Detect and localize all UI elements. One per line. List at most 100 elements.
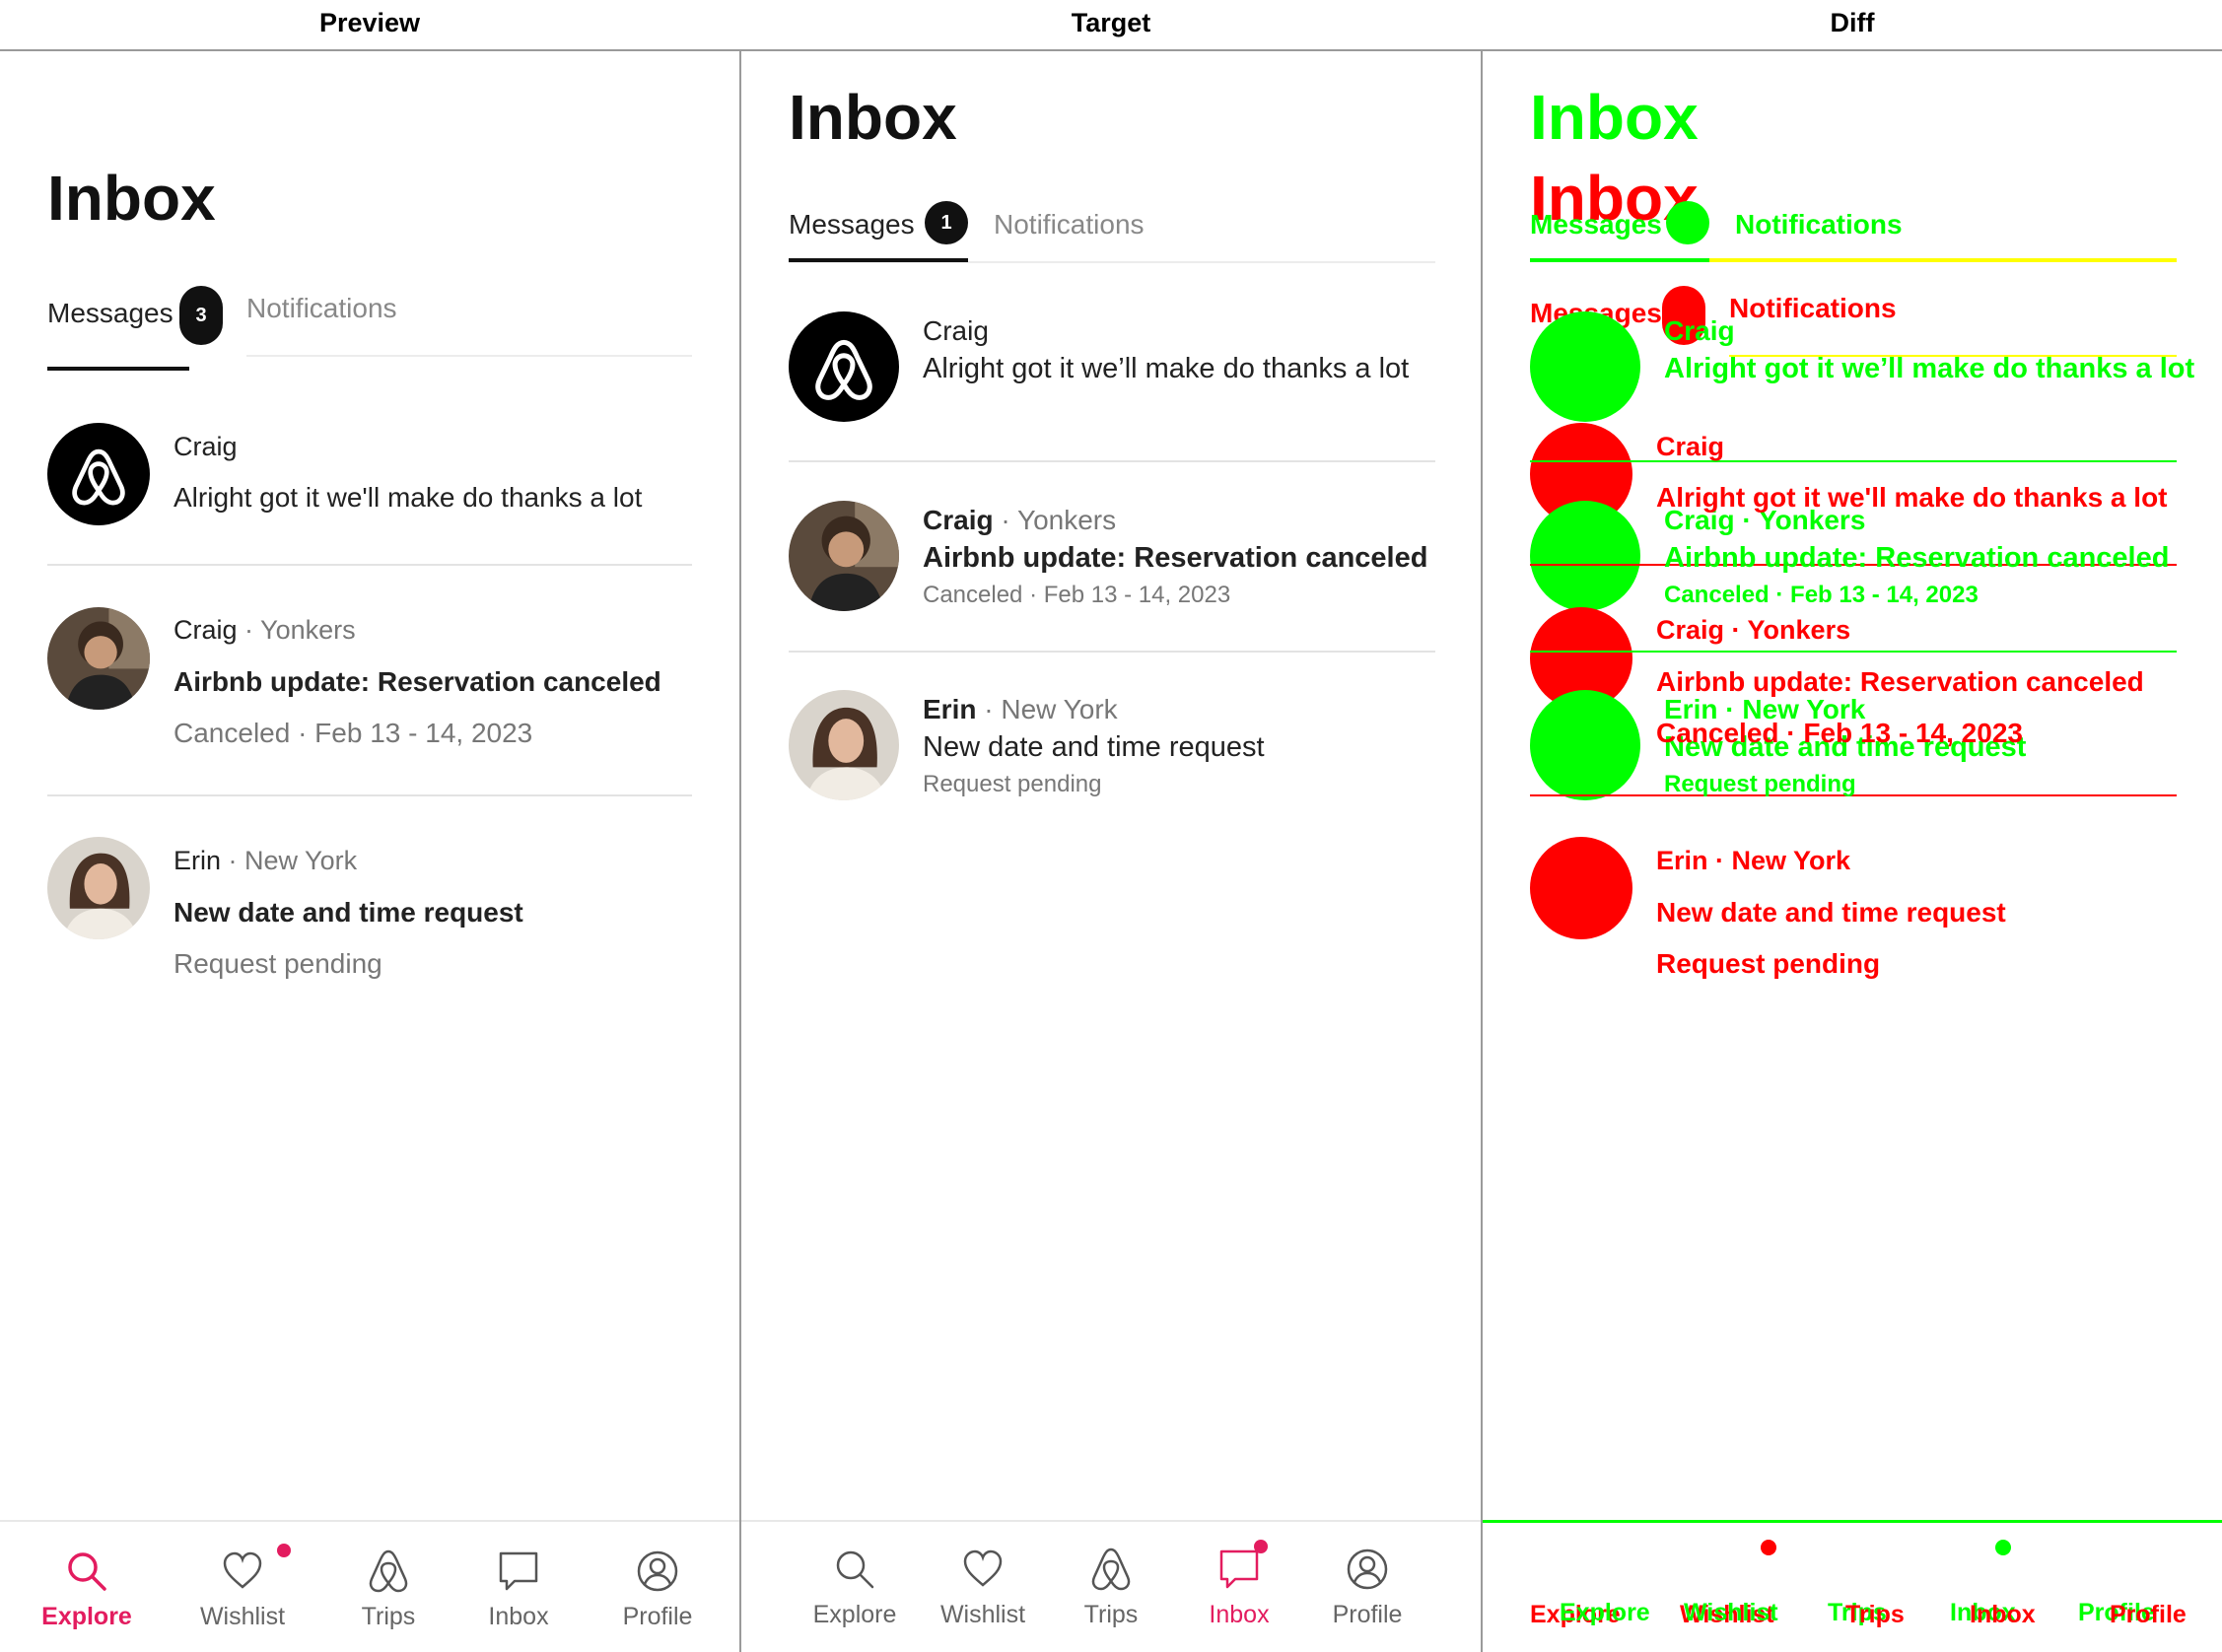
unread-badge: 3 — [179, 286, 223, 345]
craig-photo-avatar — [789, 501, 899, 611]
diff-name-1-preview: Craig — [1656, 432, 1725, 461]
diff-divider — [1530, 460, 2177, 462]
reservation-status: Canceled · Feb 13 - 14, 2023 — [174, 718, 533, 748]
message-preview: Airbnb update: Reservation canceled — [174, 666, 661, 697]
nav-explore-label: Explore — [41, 1603, 132, 1630]
notification-dot — [1254, 1540, 1268, 1553]
unread-badge: 1 — [925, 201, 968, 244]
diff-avatar-2-target — [1530, 501, 1640, 611]
page-title: Inbox — [47, 163, 216, 234]
tab-active-underline — [47, 367, 189, 371]
tab-messages-label: Messages — [789, 209, 915, 240]
craig-photo-avatar — [47, 607, 150, 710]
diff-tab-messages-target: Messages — [1530, 209, 1662, 240]
message-preview: Alright got it we’ll make do thanks a lo… — [923, 353, 1410, 384]
diff-avatar-3-target — [1530, 690, 1640, 800]
tab-active-underline — [789, 258, 968, 262]
airbnb-logo-avatar — [789, 311, 899, 422]
diff-tab-notifications-preview: Notifications — [1729, 293, 1897, 323]
search-icon — [68, 1552, 106, 1591]
diff-inbox-dot — [1995, 1540, 2011, 1555]
preview-panel: Inbox Messages 3 Notifications Craig Alr… — [0, 51, 739, 1652]
request-status: Request pending — [923, 771, 1102, 797]
nav-profile-label: Profile — [622, 1603, 693, 1630]
diff-nav-profile-preview: Profile — [2110, 1601, 2187, 1628]
diff-panel: Inbox Inbox Messages Notifications Messa… — [1483, 51, 2222, 1652]
diff-msg-1-preview: Alright got it we'll make do thanks a lo… — [1656, 482, 2168, 513]
nav-inbox-label: Inbox — [1209, 1601, 1270, 1628]
request-status: Request pending — [174, 948, 382, 979]
nav-wishlist-label: Wishlist — [199, 1603, 286, 1630]
message-icon — [499, 1551, 538, 1591]
tab-notifications[interactable]: Notifications — [994, 209, 1145, 241]
diff-nav-wishlist-target: Wishlist — [1684, 1599, 1778, 1626]
profile-icon — [637, 1550, 678, 1592]
erin-photo-avatar — [47, 837, 150, 939]
message-preview: Alright got it we'll make do thanks a lo… — [174, 482, 643, 513]
row-divider — [47, 564, 692, 566]
airbnb-icon — [369, 1549, 408, 1593]
airbnb-logo-avatar — [47, 423, 150, 525]
sender-name: Craig — [923, 315, 989, 346]
diff-msg-3-preview: New date and time request — [1656, 897, 2006, 928]
diff-nav-trips-preview: Trips — [1845, 1601, 1905, 1628]
diff-badge-target — [1666, 201, 1709, 244]
sender-name: Erin · New York — [923, 694, 1118, 724]
bottom-nav: Explore Wishlist Trips Inbox Profile — [0, 1520, 739, 1652]
diff-header: Diff — [1830, 8, 1875, 37]
search-icon — [836, 1550, 874, 1589]
diff-avatar-1-target — [1530, 311, 1640, 422]
tab-notifications[interactable]: Notifications — [246, 293, 397, 324]
row-divider — [789, 460, 1435, 462]
diff-sub-2-target: Canceled · Feb 13 - 14, 2023 — [1664, 582, 1979, 608]
diff-divider — [1530, 651, 2177, 653]
heart-icon — [223, 1551, 262, 1589]
diff-tab-notifications-target: Notifications — [1735, 209, 1903, 240]
airbnb-icon — [1091, 1548, 1131, 1591]
message-preview: New date and time request — [174, 897, 523, 928]
diff-nav-explore-target: Explore — [1560, 1599, 1650, 1626]
sender-name: Craig · Yonkers — [174, 615, 356, 645]
heart-icon — [963, 1549, 1003, 1587]
message-preview: New date and time request — [923, 731, 1265, 763]
nav-trips-label: Trips — [1083, 1601, 1139, 1628]
bottom-nav: Explore Wishlist Trips Inbox Profile — [741, 1520, 1481, 1652]
erin-photo-avatar — [789, 690, 899, 800]
message-preview: Airbnb update: Reservation canceled — [923, 542, 1428, 574]
diff-sub-3-preview: Request pending — [1656, 948, 1881, 979]
diff-sub-3-target: Request pending — [1664, 771, 1856, 797]
nav-profile-label: Profile — [1332, 1601, 1403, 1628]
diff-title-target: Inbox — [1530, 82, 1699, 153]
diff-sub-2-preview: Canceled · Feb 13 - 14, 2023 — [1656, 718, 2023, 748]
diff-name-1-target: Craig — [1664, 315, 1735, 346]
message-icon — [1219, 1549, 1259, 1589]
diff-nav-inbox-preview: Inbox — [1970, 1601, 2036, 1628]
row-divider — [47, 794, 692, 796]
preview-header: Preview — [318, 8, 421, 37]
sender-name: Craig · Yonkers — [923, 505, 1117, 535]
diff-name-3-preview: Erin · New York — [1656, 846, 1851, 875]
nav-explore-label: Explore — [812, 1601, 897, 1628]
diff-wishlist-dot — [1761, 1540, 1776, 1555]
diff-msg-1-target: Alright got it we’ll make do thanks a lo… — [1664, 353, 2195, 384]
target-panel: Inbox Messages 1 Notifications Craig Alr… — [741, 51, 1481, 1652]
row-divider — [789, 651, 1435, 653]
target-header: Target — [1071, 8, 1151, 37]
diff-nav-border — [1483, 1520, 2222, 1523]
profile-icon — [1347, 1549, 1388, 1590]
nav-inbox-label: Inbox — [488, 1603, 549, 1630]
tabs-baseline — [246, 355, 692, 357]
notification-dot — [277, 1544, 291, 1557]
sender-name: Erin · New York — [174, 846, 358, 875]
sender-name: Craig — [174, 432, 238, 461]
reservation-status: Canceled · Feb 13 - 14, 2023 — [923, 582, 1231, 608]
diff-tab-underline — [1530, 258, 1709, 262]
tab-messages-label: Messages — [47, 298, 174, 328]
diff-msg-2-preview: Airbnb update: Reservation canceled — [1656, 666, 2144, 697]
diff-msg-2-target: Airbnb update: Reservation canceled — [1664, 542, 2170, 574]
page-title: Inbox — [789, 82, 957, 153]
nav-wishlist-label: Wishlist — [939, 1601, 1026, 1628]
diff-avatar-3-preview — [1530, 837, 1632, 939]
diff-name-2-preview: Craig · Yonkers — [1656, 615, 1851, 645]
nav-trips-label: Trips — [361, 1603, 416, 1630]
